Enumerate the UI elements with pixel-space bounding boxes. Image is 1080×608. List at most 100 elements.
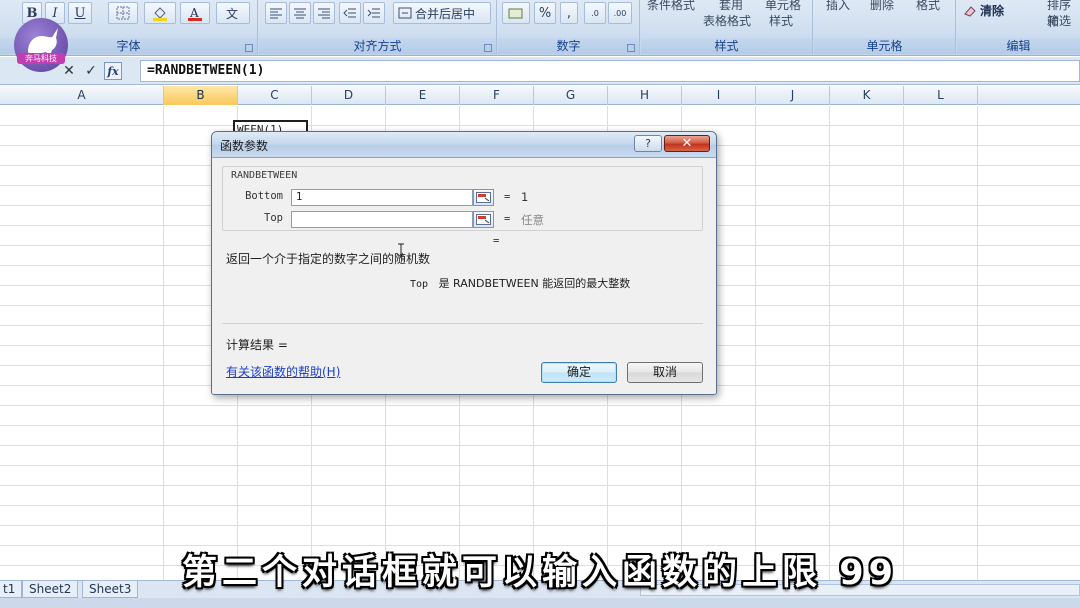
top-equals: = [504,213,511,225]
column-header-i[interactable]: I [682,86,756,105]
decrease-indent-icon [343,8,356,18]
column-header-d[interactable]: D [312,86,386,105]
column-header-g[interactable]: G [534,86,608,105]
dialog-close-button[interactable]: ✕ [664,135,710,152]
column-header-b[interactable]: B [164,86,238,105]
fill-bucket-icon [153,7,167,21]
increase-decimal-button[interactable]: .0 [584,2,606,24]
channel-logo: 奔马科技 [14,18,68,72]
align-left-button[interactable] [265,2,287,24]
dialog-titlebar[interactable]: 函数参数 ? ✕ [212,132,716,158]
top-ref-button[interactable] [473,211,494,228]
font-color-icon: A [188,6,202,21]
clear-label: 清除 [980,4,1005,18]
column-header-h[interactable]: H [608,86,682,105]
ribbon-group-alignment: 合并后居中 对齐方式 [259,0,497,56]
column-header-e[interactable]: E [386,86,460,105]
top-label: Top [264,212,283,224]
column-header-k[interactable]: K [830,86,904,105]
ribbon-group-label-number: 数字 [498,38,639,54]
format-button[interactable]: 格式 [916,0,940,13]
cancel-button[interactable]: 取消 [627,362,703,383]
bottom-input[interactable]: 1 [291,189,473,206]
insert-button[interactable]: 插入 [826,0,850,13]
cancel-formula-button[interactable]: ✕ [60,62,78,80]
formula-result-equals: = [493,235,500,247]
dialog-separator [222,323,703,324]
increase-indent-button[interactable] [363,2,385,24]
status-bar [0,598,1080,608]
column-header-l[interactable]: L [904,86,978,105]
align-center-button[interactable] [289,2,311,24]
eraser-icon [964,5,976,17]
decrease-decimal-button[interactable]: .00 [608,2,632,24]
top-input[interactable] [291,211,473,228]
function-help-link[interactable]: 有关该函数的帮助(H) [226,363,340,380]
bottom-result: 1 [521,190,529,204]
format-as-table-label: 表格格式 [703,14,752,28]
ribbon-group-label-cells: 单元格 [814,38,955,54]
formula-controls: ✕ ✓ fx [60,60,122,82]
grid-line [903,106,904,580]
formula-input[interactable]: =RANDBETWEEN(1) [140,60,1080,82]
align-right-button[interactable] [313,2,335,24]
fill-color-button[interactable] [144,2,176,24]
enter-formula-button[interactable]: ✓ [82,62,100,80]
delete-button[interactable]: 删除 [870,0,894,13]
ribbon-group-styles: 条件格式 套用 表格格式 单元格 样式 样式 [641,0,813,56]
align-center-icon [294,8,306,19]
border-button[interactable] [108,2,138,24]
ribbon-group-number: % , .0 .00 数字 [498,0,640,56]
dialog-title: 函数参数 [220,139,269,153]
ribbon-group-editing: 清除 排序和 筛选 编辑 [957,0,1080,56]
ribbon-group-label-alignment: 对齐方式 [259,38,496,54]
increase-indent-icon [367,8,380,18]
clear-button[interactable]: 清除 [963,2,1004,19]
column-header-c[interactable]: C [238,86,312,105]
percent-button[interactable]: % [534,2,556,24]
grid-line [977,106,978,580]
comma-button[interactable]: , [560,2,578,24]
alignment-dialog-launcher[interactable] [484,44,492,52]
align-right-icon [318,8,330,19]
conditional-format-button[interactable]: 条件格式 [647,0,695,13]
column-header-j[interactable]: J [756,86,830,105]
grid-line [163,106,164,580]
merge-center-label: 合并后居中 [415,6,476,21]
logo-text: 奔马科技 [17,53,65,64]
collapse-dialog-icon [476,214,491,225]
function-description: 返回一个介于指定的数字之间的随机数 [226,252,431,266]
number-dialog-launcher[interactable] [627,44,635,52]
collapse-dialog-icon [476,192,491,203]
merge-center-button[interactable]: 合并后居中 [393,2,491,24]
accounting-format-button[interactable] [502,2,530,24]
dialog-body: RANDBETWEEN Bottom 1 = 1 Top = 任意 = 返回一个… [212,159,716,394]
phonetic-button[interactable]: 文 [216,2,250,24]
grid-line [755,106,756,580]
formula-bar: ✕ ✓ fx =RANDBETWEEN(1) [0,57,1080,85]
arguments-group: RANDBETWEEN Bottom 1 = 1 Top = 任意 [222,166,703,231]
svg-text:A: A [189,6,199,20]
bottom-ref-button[interactable] [473,189,494,206]
argument-description-text: 是 RANDBETWEEN 能返回的最大整数 [438,277,631,290]
video-subtitle: 第二个对话框就可以输入函数的上限 99 [182,553,898,593]
align-left-icon [270,8,282,19]
underline-button[interactable]: U [68,2,92,24]
column-header-f[interactable]: F [460,86,534,105]
merge-icon [398,7,412,19]
ok-button[interactable]: 确定 [541,362,617,383]
function-name: RANDBETWEEN [231,170,298,181]
ribbon-group-label-styles: 样式 [641,38,812,54]
decrease-indent-button[interactable] [339,2,361,24]
ribbon: B I U A 文 字体 合并后居中 对齐方式 % , .0 .00 数字 条件… [0,0,1080,56]
currency-icon [508,8,523,19]
grid-line [829,106,830,580]
insert-function-button[interactable]: fx [104,62,122,80]
font-dialog-launcher[interactable] [245,44,253,52]
border-icon [116,6,130,20]
font-color-button[interactable]: A [180,2,210,24]
column-header-a[interactable]: A [0,86,164,105]
svg-text:文: 文 [226,6,238,21]
dialog-help-button[interactable]: ? [634,135,662,152]
ribbon-group-label-editing: 编辑 [957,38,1080,54]
